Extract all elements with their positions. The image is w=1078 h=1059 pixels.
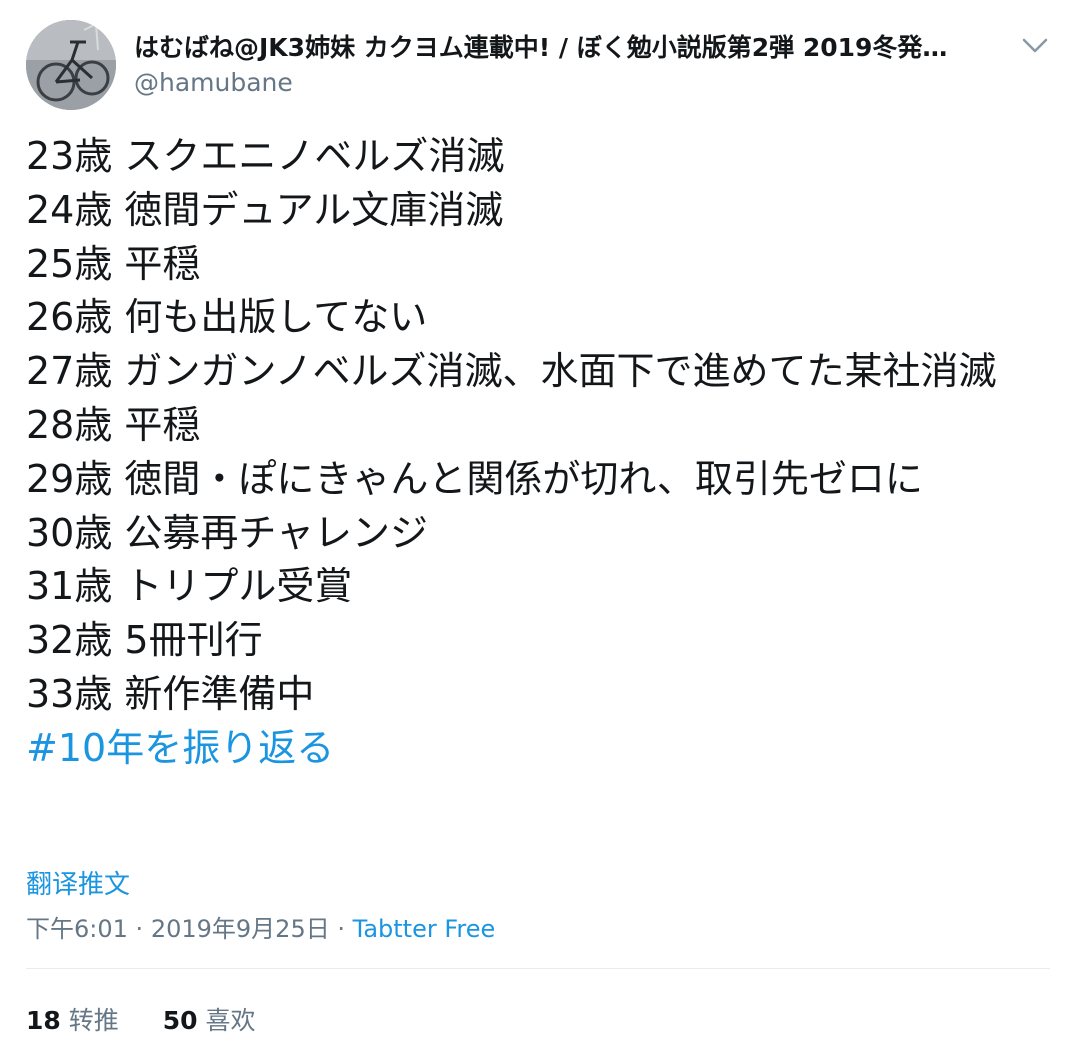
tweet-stats: 18 转推 50 喜欢 bbox=[26, 1001, 291, 1037]
chevron-down-icon[interactable] bbox=[1020, 34, 1050, 58]
user-names: はむばね@JK3姉妹 カクヨム連載中! / ぼく勉小説版第2弾 2019冬発… … bbox=[134, 32, 1014, 100]
tweet-line: 24歳 徳間デュアル文庫消滅 bbox=[26, 187, 504, 232]
tweet-line: 25歳 平穏 bbox=[26, 241, 201, 286]
tweet-date[interactable]: 2019年9月25日 bbox=[151, 915, 330, 943]
divider bbox=[26, 968, 1050, 969]
display-name[interactable]: はむばね@JK3姉妹 カクヨム連載中! / ぼく勉小説版第2弾 2019冬発… bbox=[134, 32, 1014, 64]
tweet-line: 32歳 5冊刊行 bbox=[26, 618, 263, 663]
tweet-line: 28歳 平穏 bbox=[26, 402, 201, 447]
tweet-metadata: 下午6:01 · 2019年9月25日 · Tabtter Free bbox=[26, 909, 495, 944]
likes-label: 喜欢 bbox=[205, 1006, 256, 1035]
retweets-stat[interactable]: 18 转推 bbox=[26, 1001, 119, 1037]
tweet-line: 31歳 トリプル受賞 bbox=[26, 564, 353, 609]
tweet-time[interactable]: 下午6:01 bbox=[26, 915, 128, 943]
tweet-card: はむばね@JK3姉妹 カクヨム連載中! / ぼく勉小説版第2弾 2019冬発… … bbox=[0, 0, 1078, 1059]
user-handle[interactable]: @hamubane bbox=[134, 66, 1014, 100]
avatar[interactable] bbox=[26, 20, 116, 110]
tweet-header: はむばね@JK3姉妹 カクヨム連載中! / ぼく勉小説版第2弾 2019冬発… … bbox=[26, 20, 1066, 110]
tweet-line: 26歳 何も出版してない bbox=[26, 295, 428, 340]
bicycle-photo-icon bbox=[26, 20, 116, 110]
translate-tweet-link[interactable]: 翻译推文 bbox=[26, 864, 130, 901]
tweet-line: 27歳 ガンガンノベルズ消滅、水面下で進めてた某社消滅 bbox=[26, 349, 997, 394]
tweet-line: 30歳 公募再チャレンジ bbox=[26, 510, 429, 555]
tweet-line: 23歳 スクエニノベルズ消滅 bbox=[26, 134, 505, 178]
meta-separator: · bbox=[337, 915, 345, 943]
tweet-source-link[interactable]: Tabtter Free bbox=[353, 915, 496, 943]
retweets-label: 转推 bbox=[68, 1006, 119, 1035]
retweets-count: 18 bbox=[26, 1006, 61, 1035]
likes-stat[interactable]: 50 喜欢 bbox=[163, 1001, 256, 1037]
hashtag-link[interactable]: #10年を振り返る bbox=[26, 722, 1046, 776]
meta-separator: · bbox=[135, 915, 144, 943]
likes-count: 50 bbox=[162, 1006, 198, 1035]
tweet-line: 29歳 徳間・ぽにきゃんと関係が切れ、取引先ゼロに bbox=[26, 456, 923, 501]
tweet-line: 33歳 新作準備中 bbox=[26, 671, 315, 716]
tweet-text: 23歳 スクエニノベルズ消滅 24歳 徳間デュアル文庫消滅 25歳 平穏 26歳… bbox=[26, 130, 1046, 776]
